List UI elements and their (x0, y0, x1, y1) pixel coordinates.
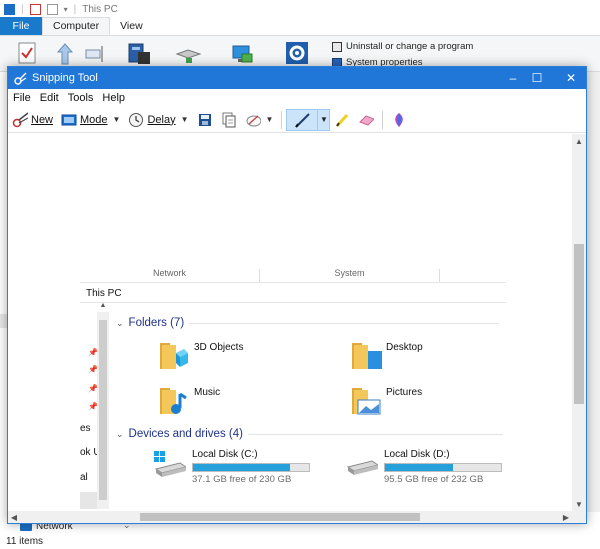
windows-drive-icon (154, 451, 186, 477)
menu-tools[interactable]: Tools (63, 92, 98, 104)
pen-icon (294, 112, 311, 128)
explorer-window-title: This PC (82, 3, 118, 15)
pictures-folder-icon (352, 388, 381, 415)
hard-drive-icon (346, 460, 378, 475)
nav-fragment: al (80, 472, 88, 483)
folder-item-music: Music (158, 384, 220, 416)
status-item-count: 11 items (6, 536, 44, 547)
send-dropdown-icon[interactable]: ▼ (266, 115, 274, 124)
horizontal-scrollbar[interactable]: ◀ ▶ (8, 511, 572, 523)
add-network-location-icon[interactable] (230, 42, 254, 66)
snipping-tool-window: Snipping Tool – ☐ ✕ File Edit Tools Help… (7, 66, 587, 524)
folder-item-pictures: Pictures (350, 384, 422, 416)
scroll-up-icon[interactable]: ▲ (572, 134, 586, 148)
scroll-down-icon[interactable]: ▼ (572, 497, 586, 511)
horizontal-scroll-thumb[interactable] (140, 513, 420, 521)
properties-quick-icon[interactable] (29, 3, 41, 15)
eraser-icon (358, 112, 375, 128)
drive-item-c: Local Disk (C:) 37.1 GB free of 230 GB (152, 449, 310, 485)
chevron-down-icon: ⌄ (116, 428, 124, 439)
drives-group-header: ⌄ Devices and drives (4) (116, 428, 503, 440)
window-title: Snipping Tool (32, 72, 98, 84)
copy-button[interactable] (217, 109, 241, 131)
delay-dropdown-icon[interactable]: ▼ (181, 115, 189, 124)
edit-with-paint-3d-button[interactable] (387, 109, 411, 131)
open-icon[interactable] (54, 42, 76, 66)
drive-c-usage-bar (192, 463, 310, 472)
ribbon-group-network: Network (80, 269, 260, 282)
toolbar: New Mode ▼ Delay ▼ ▼ ▼ (8, 107, 586, 133)
chevron-up-icon: ▲ (99, 302, 107, 309)
eraser-button[interactable] (354, 109, 378, 131)
new-snip-button[interactable]: New (8, 109, 57, 131)
tab-computer[interactable]: Computer (42, 17, 111, 35)
drive-d-usage-bar (384, 463, 502, 472)
snipping-tool-titlebar[interactable]: Snipping Tool – ☐ ✕ (8, 67, 586, 89)
highlighter-button[interactable] (330, 109, 354, 131)
pen-tool-group: ▼ (286, 108, 331, 131)
snip-canvas[interactable]: Network System This PC 📌 📌 📌 📌 es ok U a… (8, 134, 572, 511)
drive-item-d: Local Disk (D:) 95.5 GB free of 232 GB (344, 449, 502, 485)
clock-icon (128, 112, 144, 128)
uninstall-program-icon (332, 41, 342, 52)
scroll-left-icon[interactable]: ◀ (8, 511, 20, 523)
open-settings-gear-icon[interactable] (286, 42, 308, 64)
explorer-titlebar: | ▾ | This PC (0, 0, 600, 18)
floppy-disk-icon (197, 112, 213, 128)
mode-button[interactable]: Mode ▼ (57, 109, 124, 131)
folders-group-header: ⌄ Folders (7) (116, 317, 500, 329)
save-snip-button[interactable] (193, 109, 217, 131)
desktop-folder-icon (352, 343, 382, 369)
pen-dropdown-icon[interactable]: ▼ (317, 109, 329, 130)
properties-icon[interactable] (18, 42, 36, 64)
ribbon-group-system: System (260, 269, 440, 282)
address-bar: This PC (80, 285, 506, 303)
tab-file[interactable]: File (0, 17, 42, 35)
vertical-scrollbar[interactable]: ▲ ▼ (572, 134, 586, 511)
maximize-button[interactable]: ☐ (518, 67, 556, 89)
nav-fragment: es (80, 423, 91, 434)
scroll-right-icon[interactable]: ▶ (560, 511, 572, 523)
pen-button[interactable] (287, 110, 317, 130)
send-snip-button[interactable]: ▼ (241, 109, 278, 131)
3d-objects-folder-icon (160, 343, 188, 369)
send-envelope-icon (245, 112, 261, 128)
captured-ribbon-groups: Network System (80, 269, 506, 283)
vertical-scroll-thumb[interactable] (574, 244, 584, 404)
explorer-bottom-area (0, 520, 600, 549)
new-snip-icon (12, 111, 28, 128)
rename-icon[interactable] (84, 42, 106, 66)
folder-item-desktop: Desktop (350, 339, 423, 371)
menu-help[interactable]: Help (97, 92, 129, 104)
folder-item-3d-objects: 3D Objects (158, 339, 243, 371)
mode-rectangle-icon (61, 112, 77, 128)
chevron-down-icon: ⌄ (116, 317, 124, 328)
snipping-tool-app-icon (14, 72, 27, 85)
access-media-icon[interactable] (126, 42, 152, 68)
menu-edit[interactable]: Edit (35, 92, 63, 104)
captured-nav-scrollbar: ▲ (97, 302, 109, 509)
highlighter-icon (334, 112, 350, 128)
paint-3d-icon (391, 112, 407, 128)
mode-dropdown-icon[interactable]: ▼ (113, 115, 121, 124)
new-folder-quick-icon[interactable] (46, 3, 58, 15)
close-button[interactable]: ✕ (552, 67, 590, 89)
uninstall-program-command[interactable]: Uninstall or change a program (332, 41, 473, 52)
explorer-ribbon-tabs: File Computer View (0, 17, 600, 36)
menu-file[interactable]: File (8, 92, 35, 104)
explorer-app-icon (4, 3, 15, 15)
tab-view[interactable]: View (110, 17, 153, 35)
map-network-drive-icon[interactable] (174, 42, 202, 66)
menu-bar: File Edit Tools Help (8, 89, 586, 107)
quick-access-dropdown-icon[interactable]: ▾ (64, 5, 68, 14)
delay-button[interactable]: Delay ▼ (124, 109, 192, 131)
copy-icon (221, 112, 237, 128)
music-folder-icon (160, 388, 187, 414)
